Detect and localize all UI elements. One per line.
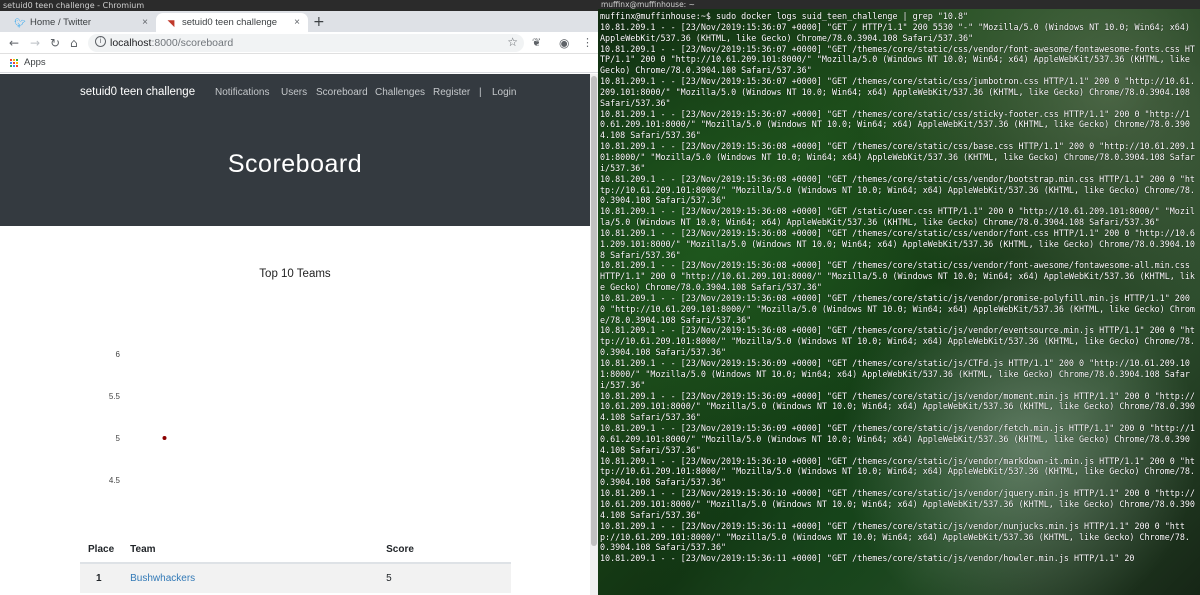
tab-strip: 🐦︎ Home / Twitter × ◥ setuid0 teen chall… — [0, 11, 598, 32]
browser-window: setuid0 teen challenge - Chromium 🐦︎ Hom… — [0, 0, 598, 595]
page-scrollbar[interactable] — [590, 74, 598, 595]
data-points — [162, 436, 167, 440]
ctfd-flag-icon: ◥ — [167, 18, 175, 28]
terminal-log-line: 10.81.209.1 - - [23/Nov/2019:15:36:08 +0… — [600, 260, 1195, 293]
site-navbar: setuid0 teen challenge Notifications Use… — [0, 74, 590, 112]
account-icon[interactable]: ◉ — [559, 36, 569, 50]
page-viewport: setuid0 teen challenge Notifications Use… — [0, 74, 598, 595]
terminal-log-line: 10.81.209.1 - - [23/Nov/2019:15:36:10 +0… — [600, 455, 1195, 488]
nav-register[interactable]: Register — [433, 87, 470, 98]
terminal-log-line: 10.81.209.1 - - [23/Nov/2019:15:36:08 +0… — [600, 173, 1195, 206]
extension-icon[interactable]: ❦ — [532, 36, 541, 50]
menu-kebab-icon[interactable]: ⋮ — [582, 36, 593, 50]
header-score: Score — [378, 537, 511, 564]
tab-label: Home / Twitter — [30, 17, 92, 28]
nav-separator: | — [479, 87, 482, 98]
twitter-bird-icon: 🐦︎ — [14, 18, 26, 28]
cell-score: 5 — [378, 563, 511, 593]
page-title: Scoreboard — [227, 150, 363, 178]
terminal-window[interactable]: muffinx@muffinhouse: ~ muffinx@muffinhou… — [598, 0, 1200, 595]
terminal-log-line: 10.81.209.1 - - [23/Nov/2019:15:36:09 +0… — [600, 358, 1190, 390]
terminal-log-line: 10.81.209.1 - - [23/Nov/2019:15:36:08 +0… — [600, 325, 1195, 358]
back-arrow-icon[interactable]: ← — [9, 35, 19, 51]
site-brand[interactable]: setuid0 teen challenge — [80, 86, 195, 98]
terminal-log-line: 10.81.209.1 - - [23/Nov/2019:15:36:09 +0… — [600, 390, 1195, 423]
tab-label: setuid0 teen challenge — [182, 17, 278, 28]
y-tick-label: 5 — [116, 434, 121, 443]
browser-toolbar: ← → ↻ ⌂ i localhost:8000/scoreboard ☆ ❦ … — [0, 32, 598, 54]
cell-place: 1 — [80, 563, 123, 593]
address-bar[interactable]: i localhost:8000/scoreboard ☆ — [88, 34, 524, 52]
scrollbar-thumb[interactable] — [591, 76, 597, 546]
cell-team: Bushwhackers — [122, 563, 379, 593]
bookmark-star-icon[interactable]: ☆ — [507, 35, 518, 49]
y-tick-label: 5.5 — [109, 392, 121, 401]
score-graph-svg: Top 10 Teams 44.555.56 16:38:06.42616:38… — [109, 268, 331, 485]
terminal-log-line: 10.81.209.1 - - [23/Nov/2019:15:36:11 +0… — [600, 520, 1190, 553]
new-tab-button[interactable]: + — [313, 13, 325, 32]
terminal-log-line: 10.81.209.1 - - [23/Nov/2019:15:36:09 +0… — [600, 423, 1195, 455]
header-place: Place — [80, 537, 123, 564]
home-icon[interactable]: ⌂ — [70, 35, 78, 51]
forward-arrow-icon[interactable]: → — [30, 35, 40, 51]
nav-login[interactable]: Login — [492, 87, 516, 98]
score-graph: Top 10 Teams 44.555.56 16:38:06.42616:38… — [0, 226, 590, 516]
apps-grid-icon[interactable] — [10, 59, 19, 68]
y-tick-label: 6 — [116, 350, 121, 359]
nav-challenges[interactable]: Challenges — [375, 87, 425, 98]
bookmarks-bar: Apps — [0, 54, 598, 73]
apps-shortcut[interactable]: Apps — [24, 56, 46, 70]
close-tab-icon[interactable]: × — [142, 13, 148, 32]
terminal-log-line: 10.81.209.1 - - [23/Nov/2019:15:36:07 +0… — [600, 21, 1195, 43]
y-tick-label: 4.5 — [109, 476, 121, 485]
terminal-log-line: 10.81.209.1 - - [23/Nov/2019:15:36:08 +0… — [600, 292, 1195, 325]
browser-title-bar: setuid0 teen challenge - Chromium — [0, 0, 598, 11]
nav-scoreboard[interactable]: Scoreboard — [316, 87, 368, 98]
scoreboard-table: Place Team Score 1 Bushwhackers 5 — [80, 537, 511, 593]
terminal-log-line: 10.81.209.1 - - [23/Nov/2019:15:36:10 +0… — [600, 488, 1195, 520]
terminal-log-line: 10.81.209.1 - - [23/Nov/2019:15:36:07 +0… — [600, 76, 1195, 108]
y-axis-ticks: 44.555.56 — [109, 350, 121, 485]
terminal-log-line: 10.81.209.1 - - [23/Nov/2019:15:36:08 +0… — [600, 141, 1195, 173]
nav-users[interactable]: Users — [281, 87, 307, 98]
terminal-command-line: muffinx@muffinhouse:~$ sudo docker logs … — [600, 11, 969, 21]
tab-twitter[interactable]: 🐦︎ Home / Twitter × — [4, 13, 156, 32]
tab-scoreboard[interactable]: ◥ setuid0 teen challenge × — [156, 13, 308, 32]
reload-icon[interactable]: ↻ — [50, 35, 60, 51]
table-row: 1 Bushwhackers 5 — [80, 563, 511, 593]
terminal-output[interactable]: muffinx@muffinhouse:~$ sudo docker logs … — [600, 11, 1200, 564]
terminal-title-bar: muffinx@muffinhouse: ~ — [598, 0, 1200, 9]
terminal-log-line: 10.81.209.1 - - [23/Nov/2019:15:36:07 +0… — [600, 108, 1190, 141]
nav-notifications[interactable]: Notifications — [215, 87, 269, 98]
terminal-log-line: 10.81.209.1 - - [23/Nov/2019:15:36:08 +0… — [600, 227, 1195, 260]
jumbotron: Scoreboard — [0, 112, 590, 226]
header-team: Team — [122, 537, 379, 564]
site-info-icon[interactable]: i — [95, 36, 106, 47]
data-point[interactable] — [162, 436, 167, 440]
close-tab-icon[interactable]: × — [294, 13, 300, 32]
terminal-log-line: 10.81.209.1 - - [23/Nov/2019:15:36:07 +0… — [600, 43, 1195, 76]
terminal-log-line: 10.81.209.1 - - [23/Nov/2019:15:36:11 +0… — [600, 553, 1135, 564]
table-header-row: Place Team Score — [80, 537, 511, 564]
terminal-log-line: 10.81.209.1 - - [23/Nov/2019:15:36:08 +0… — [600, 206, 1195, 228]
url-text: localhost:8000/scoreboard — [110, 37, 234, 49]
team-link[interactable]: Bushwhackers — [130, 573, 195, 584]
chart-title: Top 10 Teams — [259, 268, 331, 280]
